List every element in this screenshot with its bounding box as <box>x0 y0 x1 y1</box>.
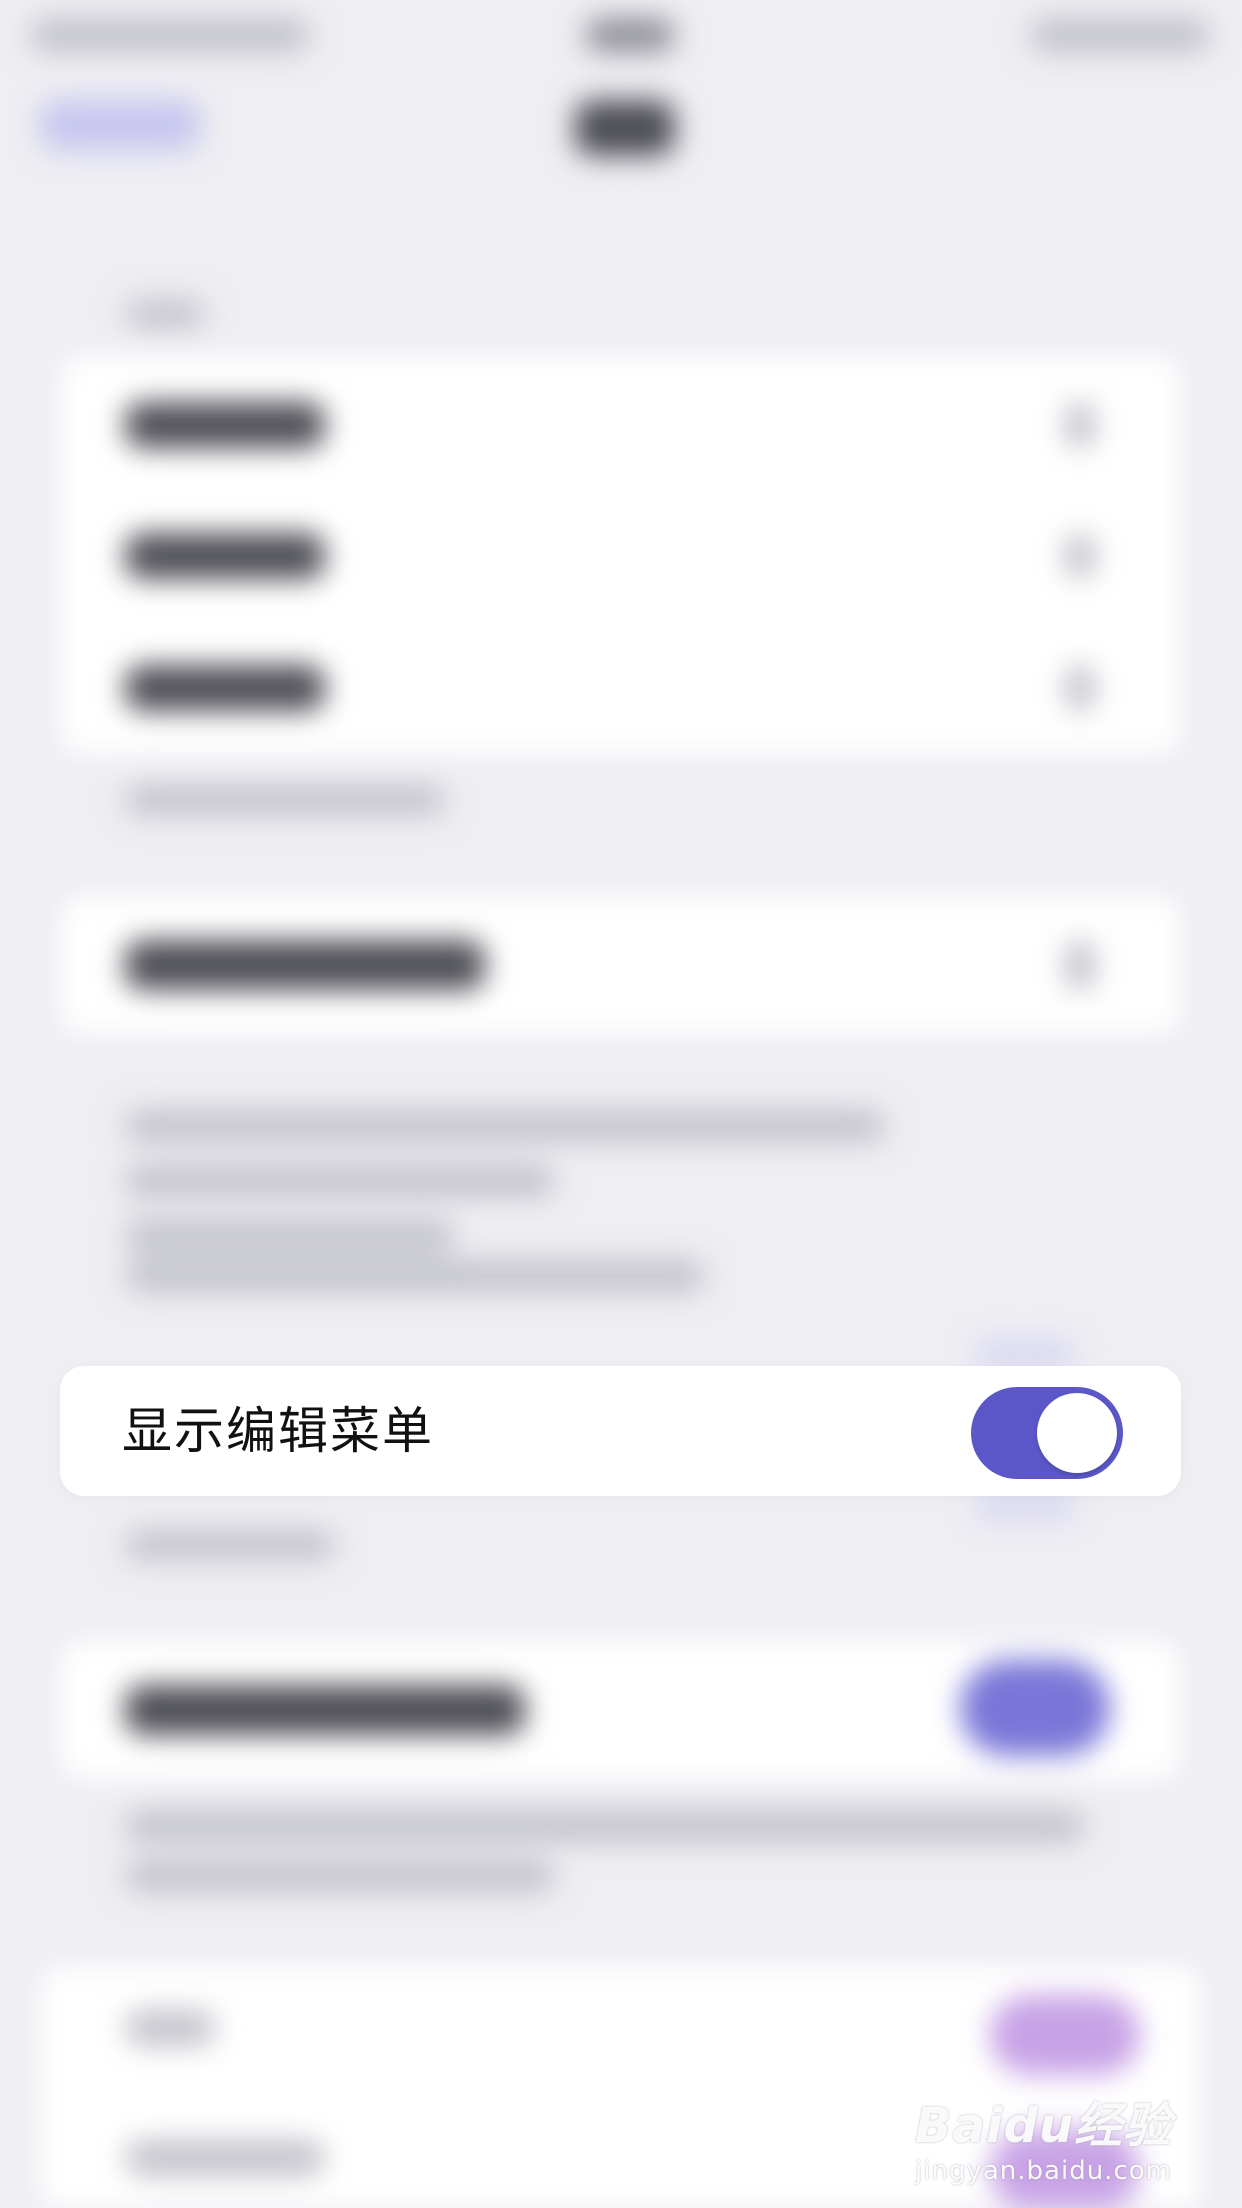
row-2-label <box>125 533 325 579</box>
row-2-chevron <box>1065 533 1095 579</box>
row-5-label <box>125 1685 525 1735</box>
show-edit-menu-row[interactable]: 显示编辑菜单 <box>60 1366 1181 1496</box>
blurred-background <box>0 0 1242 2208</box>
section-header-blurred <box>125 300 205 328</box>
show-edit-menu-label: 显示编辑菜单 <box>122 1402 434 1460</box>
desc-line-2 <box>125 1165 555 1197</box>
row-4-label <box>125 940 485 990</box>
footnote-2 <box>125 1530 335 1560</box>
status-bar-right <box>1030 18 1210 52</box>
toggle-knob <box>1037 1393 1117 1473</box>
row-7-label <box>125 2140 325 2176</box>
row-6-label <box>125 2010 215 2046</box>
footnote-1 <box>125 785 445 815</box>
desc-line-1 <box>125 1110 885 1142</box>
desc2-line-1 <box>125 1810 1085 1842</box>
row-1-chevron <box>1065 402 1095 448</box>
watermark-logo: Baidu经验 <box>915 2098 1172 2154</box>
row-3-label <box>125 665 325 711</box>
desc-line-4 <box>125 1260 705 1292</box>
baidu-jingyan-watermark: Baidu经验 jingyan.baidu.com <box>915 2086 1172 2186</box>
row-6-toggle-blurred <box>990 1995 1140 2075</box>
row-5-toggle-blurred <box>960 1660 1110 1756</box>
row-4-chevron <box>1065 940 1095 990</box>
status-bar-time <box>585 18 675 52</box>
nav-title-blurred <box>575 100 675 156</box>
row-1-label <box>125 402 325 448</box>
show-edit-menu-toggle[interactable] <box>971 1387 1123 1479</box>
watermark-url: jingyan.baidu.com <box>915 2156 1172 2186</box>
back-button-blurred <box>40 100 200 150</box>
desc2-line-2 <box>125 1860 555 1892</box>
desc-line-3 <box>125 1220 455 1252</box>
status-bar-left <box>30 18 310 52</box>
row-3-chevron <box>1065 665 1095 711</box>
